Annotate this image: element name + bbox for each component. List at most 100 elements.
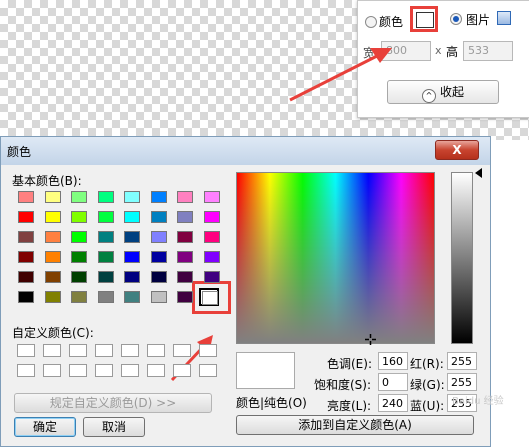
times-label: x <box>435 44 442 57</box>
basic-colors-label: 基本颜色(B): <box>12 174 82 188</box>
basic-color-swatch[interactable] <box>97 291 114 303</box>
basic-color-swatch[interactable] <box>177 291 193 303</box>
luminosity-label: 亮度(L): <box>327 399 372 413</box>
custom-color-swatch[interactable] <box>43 344 61 357</box>
custom-color-swatch[interactable] <box>69 344 87 357</box>
basic-color-swatch[interactable] <box>203 231 220 243</box>
saturation-input[interactable] <box>378 373 408 391</box>
basic-color-swatch[interactable] <box>44 231 61 243</box>
basic-color-swatch[interactable] <box>18 291 34 303</box>
basic-color-swatch[interactable] <box>18 251 34 263</box>
basic-color-swatch[interactable] <box>124 211 140 223</box>
basic-color-swatch[interactable] <box>177 251 193 263</box>
basic-color-swatch[interactable] <box>177 231 193 243</box>
color-spectrum[interactable] <box>236 172 435 344</box>
custom-color-swatch[interactable] <box>69 364 87 377</box>
basic-color-swatch[interactable] <box>97 211 114 223</box>
basic-color-swatch[interactable] <box>44 191 61 203</box>
basic-color-swatch[interactable] <box>71 251 87 263</box>
define-custom-colors-button[interactable]: 规定自定义颜色(D) >> <box>14 393 212 413</box>
custom-color-swatch[interactable] <box>95 364 113 377</box>
basic-color-swatch[interactable] <box>124 291 140 303</box>
basic-color-swatch[interactable] <box>150 271 167 283</box>
preview-label: 颜色|纯色(O) <box>236 396 307 410</box>
add-to-custom-colors-button[interactable]: 添加到自定义颜色(A) <box>236 415 474 435</box>
basic-color-swatch[interactable] <box>97 251 114 263</box>
basic-color-swatch[interactable] <box>124 251 140 263</box>
basic-color-swatch[interactable] <box>18 231 34 243</box>
height-field[interactable] <box>463 41 513 61</box>
basic-color-swatch[interactable] <box>18 271 34 283</box>
custom-color-swatch[interactable] <box>199 364 217 377</box>
watermark: Baidu 经验 <box>452 396 504 407</box>
basic-color-swatch-white[interactable] <box>199 288 219 306</box>
basic-color-swatch[interactable] <box>150 191 167 203</box>
basic-color-swatch[interactable] <box>124 271 140 283</box>
basic-color-swatch[interactable] <box>44 251 61 263</box>
basic-color-swatch[interactable] <box>177 271 193 283</box>
red-label: 红(R): <box>410 357 444 371</box>
basic-color-swatch[interactable] <box>97 231 114 243</box>
basic-color-swatch[interactable] <box>71 211 87 223</box>
red-input[interactable] <box>447 352 477 370</box>
chevron-up-icon: ^ <box>421 89 436 103</box>
dialog-titlebar: 颜色 X <box>1 137 490 165</box>
close-button[interactable]: X <box>435 140 479 160</box>
ok-button[interactable]: 确定 <box>14 417 76 437</box>
luminosity-arrow-icon[interactable] <box>475 168 482 178</box>
custom-color-swatch[interactable] <box>17 344 35 357</box>
basic-color-swatch[interactable] <box>203 271 220 283</box>
basic-color-swatch[interactable] <box>150 211 167 223</box>
basic-color-swatch[interactable] <box>203 211 220 223</box>
custom-colors-label: 自定义颜色(C): <box>12 326 94 340</box>
basic-color-swatch[interactable] <box>177 191 193 203</box>
basic-color-swatch[interactable] <box>124 191 140 203</box>
basic-color-swatch[interactable] <box>97 191 114 203</box>
custom-color-swatch[interactable] <box>121 344 139 357</box>
custom-color-swatch[interactable] <box>173 344 191 357</box>
green-input[interactable] <box>447 373 477 391</box>
basic-color-swatch[interactable] <box>71 191 87 203</box>
basic-color-swatch[interactable] <box>177 211 193 223</box>
basic-color-swatch[interactable] <box>124 231 140 243</box>
height-label: 高 <box>446 45 459 59</box>
basic-color-swatch[interactable] <box>203 191 220 203</box>
hue-label: 色调(E): <box>327 357 372 371</box>
hue-input[interactable] <box>378 352 408 370</box>
custom-color-swatch[interactable] <box>121 364 139 377</box>
custom-color-swatch[interactable] <box>199 344 217 357</box>
basic-color-swatch[interactable] <box>150 231 167 243</box>
image-picker-icon[interactable] <box>497 11 511 25</box>
custom-color-swatch[interactable] <box>17 364 35 377</box>
basic-color-swatch[interactable] <box>71 271 87 283</box>
custom-color-swatch[interactable] <box>173 364 191 377</box>
luminosity-input[interactable] <box>378 394 408 412</box>
luminosity-slider[interactable] <box>451 172 473 344</box>
color-preview <box>236 352 295 389</box>
custom-color-swatch[interactable] <box>147 344 165 357</box>
image-radio[interactable] <box>450 13 462 25</box>
basic-color-swatch[interactable] <box>71 291 87 303</box>
width-field[interactable] <box>381 41 431 61</box>
basic-color-swatch[interactable] <box>203 251 220 263</box>
basic-color-swatch[interactable] <box>71 231 87 243</box>
custom-color-swatch[interactable] <box>147 364 165 377</box>
basic-color-swatch[interactable] <box>44 211 61 223</box>
basic-color-swatch[interactable] <box>18 191 34 203</box>
basic-color-swatch[interactable] <box>150 291 167 303</box>
basic-color-swatch[interactable] <box>18 211 34 223</box>
collapse-button[interactable]: ^ 收起 <box>387 80 499 104</box>
color-radio[interactable] <box>365 16 377 28</box>
custom-color-swatch[interactable] <box>95 344 113 357</box>
basic-color-swatch[interactable] <box>44 271 61 283</box>
basic-color-swatch[interactable] <box>44 291 61 303</box>
basic-color-swatch[interactable] <box>97 271 114 283</box>
blue-label: 蓝(U): <box>410 399 445 413</box>
color-radio-label: 颜色 <box>379 15 404 29</box>
basic-color-swatch[interactable] <box>150 251 167 263</box>
custom-color-swatch[interactable] <box>43 364 61 377</box>
cancel-button[interactable]: 取消 <box>83 417 145 437</box>
color-swatch-button[interactable] <box>410 6 438 32</box>
dialog-title: 颜色 <box>7 145 32 159</box>
green-label: 绿(G): <box>410 378 445 392</box>
